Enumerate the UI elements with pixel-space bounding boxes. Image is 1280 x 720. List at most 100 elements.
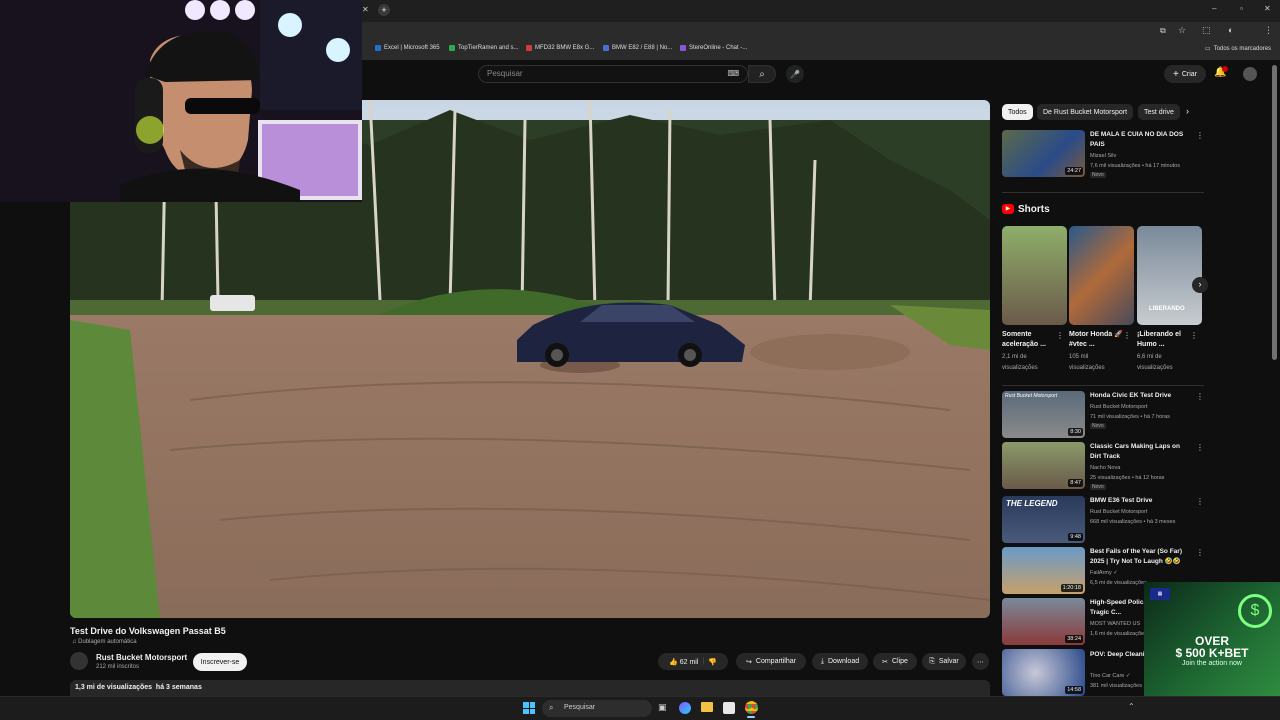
video-meta: 25 visualizações • há 12 horas [1090,475,1165,481]
save-button[interactable]: ⎘ Salvar [922,653,966,670]
account-avatar[interactable] [1243,67,1257,81]
folder-icon: ▭ [1205,46,1211,52]
scrollbar-thumb[interactable] [1272,65,1277,360]
channel-name[interactable]: Nacho Nova [1090,463,1120,473]
more-dots-icon[interactable]: ⋮ [1123,331,1131,340]
task-view-icon[interactable]: ▣ [658,702,667,713]
short-title[interactable]: Somente aceleração ... [1002,330,1057,350]
chip-channel[interactable]: De Rust Bucket Motorsport [1037,104,1134,120]
bookmark-item[interactable]: TopTierRamen and s... [449,45,518,51]
channel-name[interactable]: FailArmy ✓ [1090,568,1118,578]
video-title[interactable]: DE MALA E CUIA NO DIA DOS PAIS [1090,130,1186,150]
new-badge: Novo [1090,484,1106,490]
bookmark-item[interactable]: StereOnline - Chat -... [680,45,747,51]
start-logo-pane [523,708,529,714]
shorts-next-button[interactable]: › [1192,277,1208,293]
like-button[interactable]: 👍 62 mil [669,658,698,666]
file-explorer-icon[interactable] [701,702,713,712]
window-close-icon[interactable]: ✕ [1264,4,1271,13]
video-title: Test Drive do Volkswagen Passat B5 [70,626,226,636]
video-title[interactable]: Honda Civic EK Test Drive [1090,391,1186,401]
taskbar-search[interactable]: ⌕ Pesquisar [542,700,652,717]
chrome-icon[interactable] [745,701,758,714]
short-thumbnail[interactable]: LIBERANDO [1137,226,1202,325]
store-icon[interactable] [723,702,735,714]
channel-name[interactable]: Rust Bucket Motorsport [1090,507,1147,517]
more-actions-button[interactable]: ⋯ [972,653,989,670]
video-meta: 71 mil visualizações • há 7 horas [1090,414,1170,420]
subscriber-count: 212 mil inscritos [96,664,140,670]
channel-avatar[interactable] [70,652,88,670]
bookmark-favicon-icon [526,45,532,51]
channel-name[interactable]: MOST WANTED US [1090,619,1140,629]
more-dots-icon[interactable]: ⋮ [1056,331,1064,340]
more-dots-icon[interactable]: ⋮ [1196,131,1204,140]
chevron-up-icon[interactable]: ⌃ [1128,702,1135,711]
shorts-logo-icon: ▶ [1002,204,1014,214]
video-thumbnail[interactable]: 14:58 [1002,649,1085,696]
plus-icon: + [1172,68,1179,80]
search-icon: ⌕ [759,68,765,80]
chip-test-drive[interactable]: Test drive [1138,104,1180,120]
channel-name[interactable]: Tino Car Care ✓ [1090,671,1130,681]
video-thumbnail[interactable]: 1:20:18 [1002,547,1085,594]
clip-button[interactable]: ✂ Clipe [873,653,917,670]
short-title[interactable]: ¡Liberando el Humo ... [1137,330,1192,350]
search-button[interactable]: ⌕ [748,65,776,83]
channel-name[interactable]: Rust Bucket Motorsport [1090,402,1147,412]
search-input[interactable]: Pesquisar ⌨ [478,65,748,83]
new-tab-button[interactable]: + [378,4,390,16]
copilot-icon[interactable] [679,702,691,714]
minimize-icon[interactable]: – [1212,4,1216,13]
short-title[interactable]: Motor Honda 🚀 #vtec ... [1069,330,1124,350]
maximize-icon[interactable]: ▫ [1240,4,1243,13]
start-menu-icon[interactable] [523,702,535,714]
channel-name[interactable]: Mizael Silv [1090,151,1116,161]
more-dots-icon[interactable]: ⋮ [1196,548,1204,557]
close-tab-icon[interactable]: ✕ [362,5,369,14]
short-thumbnail[interactable] [1069,226,1134,325]
video-thumbnail[interactable]: 8:47 [1002,442,1085,489]
more-dots-icon[interactable]: ⋮ [1196,443,1204,452]
bookmark-item[interactable]: MFD32 BMW E8x G... [526,45,594,51]
more-dots-icon[interactable]: ⋮ [1190,331,1198,340]
short-thumbnail[interactable] [1002,226,1067,325]
profile-icon[interactable]: ◐ [1228,25,1233,35]
channel-name[interactable]: Rust Bucket Motorsport [96,653,187,662]
share-button[interactable]: ↪ Compartilhar [736,653,806,670]
video-thumbnail[interactable]: 24:27 [1002,130,1085,177]
bookmark-favicon-icon [449,45,455,51]
more-dots-icon: ⋯ [977,658,984,666]
video-title[interactable]: Best Fails of the Year (So Far) 2025 | T… [1090,547,1186,567]
chevron-right-icon[interactable]: › [1186,106,1189,116]
video-title[interactable]: Classic Cars Making Laps on Dirt Track [1090,442,1186,462]
keyboard-icon[interactable]: ⌨ [727,69,739,78]
menu-dots-icon[interactable]: ⋮ [1264,25,1273,36]
mic-icon: 🎤 [790,69,800,79]
video-thumbnail[interactable]: 38:24 [1002,598,1085,645]
subscribe-button[interactable]: Inscrever-se [193,653,247,671]
more-dots-icon[interactable]: ⋮ [1196,497,1204,506]
shorts-heading: Shorts [1018,204,1050,215]
bookmark-item[interactable]: BMW E82 / E88 | No... [603,45,672,51]
video-meta: 7,6 mil visualizações • há 17 minutos [1090,163,1180,169]
download-button[interactable]: ⤓ Download [812,653,868,670]
more-dots-icon[interactable]: ⋮ [1196,392,1204,401]
divider [1002,192,1204,193]
webcam-frame [0,0,362,202]
bookmark-star-icon[interactable]: ☆ [1178,25,1186,36]
video-title[interactable]: BMW E36 Test Drive [1090,496,1186,506]
voice-search-button[interactable]: 🎤 [786,65,804,83]
install-icon[interactable]: ⧉ [1160,26,1166,36]
thumbs-down-icon[interactable]: 👎 [708,658,717,666]
all-bookmarks-folder[interactable]: ▭ Todos os marcadores [1205,45,1271,53]
video-thumbnail[interactable]: THE LEGEND 9:48 [1002,496,1085,543]
extensions-icon[interactable]: ⬚ [1202,25,1211,36]
save-playlist-icon: ⎘ [929,657,935,665]
video-thumbnail[interactable]: Rust Bucket Motorsport 8:30 [1002,391,1085,438]
bookmark-item[interactable]: Excel | Microsoft 365 [375,45,440,51]
windows-taskbar: ⌕ Pesquisar ▣ ⌃ [0,696,1280,720]
create-button[interactable]: + Criar [1164,65,1206,83]
video-meta: 381 mil visualizações [1090,683,1142,689]
chip-all[interactable]: Todos [1002,104,1033,120]
